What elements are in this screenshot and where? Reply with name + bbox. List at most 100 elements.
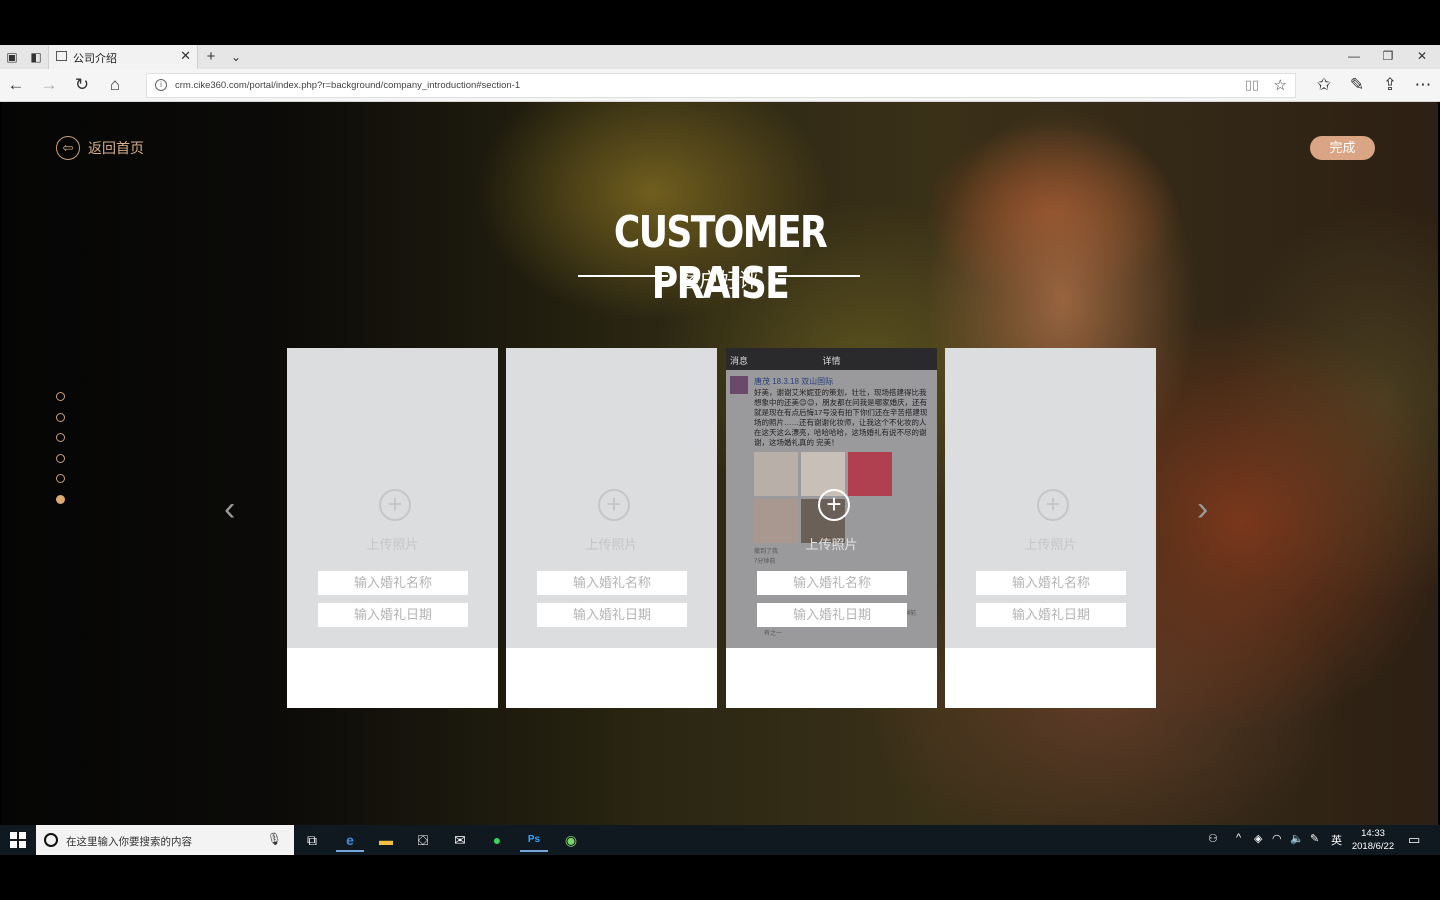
plus-circle-icon[interactable]: + [1037, 489, 1069, 521]
microphone-icon[interactable]: 🎙 [267, 832, 282, 846]
taskbar-search[interactable]: 在这里输入你要搜索的内容 🎙 [36, 825, 294, 855]
section-dot[interactable] [56, 494, 65, 504]
tray-expand-icon[interactable]: ^ [1236, 832, 1241, 844]
url-text[interactable]: crm.cike360.com/portal/index.php?r=backg… [175, 80, 520, 91]
ime-indicator[interactable]: 英 [1331, 832, 1342, 848]
screenshot-title: 详情 [822, 356, 841, 366]
wedding-date-input[interactable]: 输入婚礼日期 [757, 603, 907, 627]
windows-start-icon[interactable] [10, 832, 26, 848]
home-icon[interactable]: ⌂ [105, 75, 125, 95]
screen: ▣ ◧ 公司介绍 ✕ + ⌄ — ❐ ✕ ← → ↻ ⌂ i crm.cike3… [0, 0, 1440, 900]
screenshot-meta: 有之一 [764, 631, 783, 637]
photo-area[interactable]: + 上传照片输入婚礼名称 输入婚礼日期 [287, 348, 498, 648]
minimize-icon[interactable]: — [1344, 49, 1364, 63]
section-dot[interactable] [56, 412, 65, 422]
mail-icon[interactable]: ✉ [446, 828, 474, 852]
favorite-star-icon[interactable]: ☆ [1274, 76, 1287, 94]
done-button[interactable]: 完成 [1310, 136, 1375, 160]
edge-icon[interactable]: e [336, 828, 364, 852]
chevron-down-icon[interactable]: ⌄ [228, 49, 244, 65]
tab-actions-icon[interactable]: ▣ [4, 49, 20, 65]
pen-workspace-icon[interactable]: ✎ [1310, 832, 1319, 845]
back-home-button[interactable]: ⇦ 返回首页 [56, 136, 144, 160]
store-icon[interactable]: ⛋ [409, 828, 437, 852]
upload-photo-label: 上传照片 [1024, 537, 1077, 552]
share-icon[interactable]: ⇪ [1380, 75, 1400, 95]
page-viewport: ⇦ 返回首页 完成 CUSTOMER PRAISE 客户好评 ‹ › + 上传照片… [2, 102, 1438, 825]
people-icon[interactable]: ⚇ [1208, 832, 1218, 845]
divider-right [778, 275, 860, 277]
praise-card: 消息 详情唐茂 18.3.18 双山国际好美，谢谢艾米妮亚的策划，壮壮，现场搭建得… [726, 348, 937, 708]
volume-icon[interactable]: 🔈 [1290, 832, 1304, 845]
section-dot[interactable] [56, 474, 65, 483]
upload-photo-label: 上传照片 [366, 537, 419, 552]
back-circle-icon: ⇦ [56, 136, 80, 160]
upload-photo-label: 上传照片 [585, 537, 638, 552]
more-icon[interactable]: ⋯ [1413, 75, 1433, 95]
screenshot-meta: 7分钟前 [754, 559, 776, 565]
photo-area[interactable]: + 上传照片输入婚礼名称 输入婚礼日期 [945, 348, 1156, 648]
browser-tab[interactable]: 公司介绍 ✕ [48, 45, 198, 69]
plus-circle-icon[interactable]: + [379, 489, 411, 521]
favorites-hub-icon[interactable]: ✩ [1314, 75, 1334, 95]
praise-card: + 上传照片输入婚礼名称 输入婚礼日期 [506, 348, 717, 708]
forward-arrow-icon[interactable]: → [39, 75, 59, 95]
next-arrow-icon[interactable]: › [1197, 490, 1208, 529]
cortana-icon [44, 833, 58, 847]
restore-icon[interactable]: ❐ [1378, 49, 1398, 63]
new-tab-icon[interactable]: + [203, 49, 219, 65]
close-tab-icon[interactable]: ✕ [180, 48, 191, 64]
clock[interactable]: 14:33 2018/6/22 [1348, 827, 1398, 853]
back-arrow-icon[interactable]: ← [6, 75, 26, 95]
app-icon[interactable]: ◉ [557, 828, 585, 852]
file-explorer-icon[interactable]: ▬ [372, 828, 400, 852]
wedding-date-input[interactable]: 输入婚礼日期 [537, 603, 687, 627]
clock-time: 14:33 [1361, 828, 1385, 839]
address-bar[interactable]: i crm.cike360.com/portal/index.php?r=bac… [146, 73, 1296, 98]
subheading-text: 客户好评 [679, 270, 759, 292]
screenshot-username: 唐茂 18.3.18 双山国际 [754, 377, 834, 386]
reading-view-icon[interactable]: ▯▯ [1245, 77, 1259, 93]
wechat-icon[interactable]: ● [483, 828, 511, 852]
plus-circle-icon[interactable]: + [818, 489, 850, 521]
wedding-date-input[interactable]: 输入婚礼日期 [318, 603, 468, 627]
screenshot-body: 好美，谢谢艾米妮亚的策划，壮壮，现场搭建得比我想象中的还美😊😊，朋友都在问我是哪… [754, 388, 928, 447]
info-icon[interactable]: i [155, 79, 167, 91]
upload-photo-label: 上传照片 [805, 537, 858, 552]
section-dot[interactable] [56, 392, 65, 401]
taskbar: 在这里输入你要搜索的内容 🎙 ⧉ e ▬ ⛋ ✉ ● Ps ◉ ⚇ ^ ◈ ◠ … [0, 825, 1440, 855]
tab-title: 公司介绍 [73, 53, 117, 65]
praise-card: + 上传照片输入婚礼名称 输入婚礼日期 [287, 348, 498, 708]
close-window-icon[interactable]: ✕ [1412, 49, 1432, 63]
wedding-date-input[interactable]: 输入婚礼日期 [976, 603, 1126, 627]
refresh-icon[interactable]: ↻ [72, 75, 92, 95]
photo-area[interactable]: 消息 详情唐茂 18.3.18 双山国际好美，谢谢艾米妮亚的策划，壮壮，现场搭建得… [726, 348, 937, 648]
photo-area[interactable]: + 上传照片输入婚礼名称 输入婚礼日期 [506, 348, 717, 648]
wedding-photo [754, 452, 798, 496]
screenshot-header: 消息 详情 [726, 348, 937, 370]
prev-arrow-icon[interactable]: ‹ [224, 490, 235, 529]
plus-circle-icon[interactable]: + [598, 489, 630, 521]
tray-app-icon[interactable]: ◈ [1254, 832, 1262, 845]
action-center-icon[interactable]: ▭ [1408, 832, 1420, 848]
page-icon [56, 51, 67, 61]
wedding-name-input[interactable]: 输入婚礼名称 [537, 571, 687, 595]
pen-icon[interactable]: ✎ [1347, 75, 1367, 95]
set-aside-tabs-icon[interactable]: ◧ [28, 49, 44, 65]
praise-card: + 上传照片输入婚礼名称 输入婚礼日期 [945, 348, 1156, 708]
section-dot[interactable] [56, 433, 65, 442]
section-heading: CUSTOMER PRAISE [613, 207, 828, 309]
browser-tab-bar: ▣ ◧ 公司介绍 ✕ + ⌄ — ❐ ✕ [0, 45, 1440, 69]
back-home-label: 返回首页 [88, 140, 144, 156]
section-subheading: 客户好评 [576, 262, 862, 292]
wedding-name-input[interactable]: 输入婚礼名称 [318, 571, 468, 595]
wedding-name-input[interactable]: 输入婚礼名称 [976, 571, 1126, 595]
browser-nav-bar: ← → ↻ ⌂ i crm.cike360.com/portal/index.p… [0, 69, 1440, 102]
search-placeholder: 在这里输入你要搜索的内容 [66, 836, 192, 848]
wedding-name-input[interactable]: 输入婚礼名称 [757, 571, 907, 595]
network-icon[interactable]: ◠ [1272, 832, 1282, 845]
section-dot[interactable] [56, 453, 65, 463]
wedding-photo [848, 452, 892, 496]
photoshop-icon[interactable]: Ps [520, 828, 548, 852]
task-view-icon[interactable]: ⧉ [298, 828, 326, 852]
